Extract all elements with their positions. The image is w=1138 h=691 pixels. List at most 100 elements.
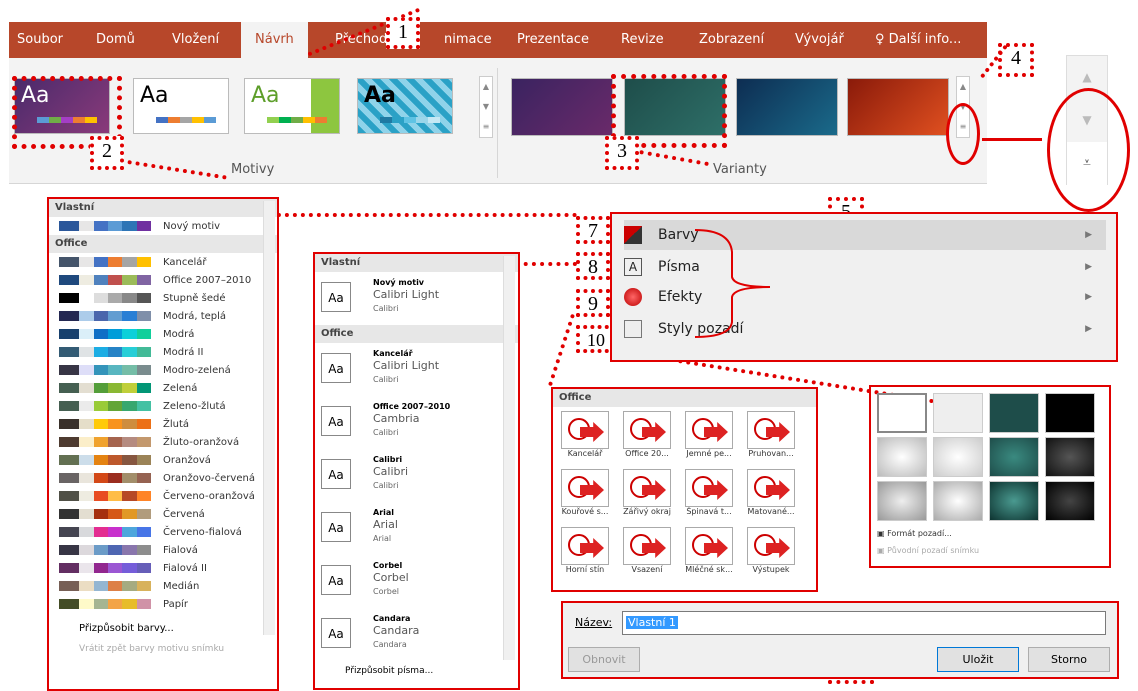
color-scheme-item[interactable]: Oranžová bbox=[49, 451, 277, 469]
font-scheme-item[interactable]: Aa Corbel Corbel Corbel bbox=[315, 555, 518, 608]
effect-item[interactable]: Mléčné sk... bbox=[681, 527, 737, 577]
bg-style-swatch[interactable] bbox=[933, 393, 983, 433]
tab-domu[interactable]: Domů bbox=[96, 22, 135, 58]
color-scheme-item[interactable]: Fialová bbox=[49, 541, 277, 559]
effect-item[interactable]: Špinavá t... bbox=[681, 469, 737, 519]
color-scheme-item[interactable]: Žlutá bbox=[49, 415, 277, 433]
name-input[interactable]: Vlastní 1 bbox=[622, 611, 1106, 635]
cancel-button[interactable]: Storno bbox=[1028, 647, 1110, 672]
bg-style-swatch[interactable] bbox=[933, 437, 983, 477]
tab-animace[interactable]: nimace bbox=[444, 22, 492, 58]
tab-soubor[interactable]: Soubor bbox=[17, 22, 63, 58]
fonts-scrollbar[interactable] bbox=[503, 256, 515, 660]
save-button[interactable]: Uložit bbox=[937, 647, 1019, 672]
bg-style-swatch[interactable] bbox=[877, 393, 927, 433]
color-scheme-item[interactable]: Modro-zelená bbox=[49, 361, 277, 379]
effect-item[interactable]: Vsazení bbox=[619, 527, 675, 577]
color-scheme-item[interactable]: Červeno-oranžová bbox=[49, 487, 277, 505]
color-swatch bbox=[59, 383, 151, 393]
theme-thumb-3[interactable]: Aa bbox=[244, 78, 340, 134]
color-scheme-item[interactable]: Stupně šedé bbox=[49, 289, 277, 307]
color-scheme-item[interactable]: Office 2007–2010 bbox=[49, 271, 277, 289]
variant-thumb-3[interactable] bbox=[736, 78, 838, 136]
font-scheme-item[interactable]: Aa Kancelář Calibri Light Calibri bbox=[315, 343, 518, 396]
font-body: Calibri bbox=[373, 304, 399, 313]
bg-style-swatch[interactable] bbox=[1045, 393, 1095, 433]
color-scheme-item[interactable]: Žluto-oranžová bbox=[49, 433, 277, 451]
font-scheme-item[interactable]: Aa Calibri Calibri Calibri bbox=[315, 449, 518, 502]
color-scheme-label: Modro-zelená bbox=[163, 364, 231, 376]
effect-item[interactable]: Kancelář bbox=[557, 411, 613, 461]
font-scheme-name: Arial bbox=[373, 508, 395, 517]
font-scheme-item[interactable]: Aa Office 2007–2010 Cambria Calibri bbox=[315, 396, 518, 449]
effect-item[interactable]: Jemné pe... bbox=[681, 411, 737, 461]
color-scheme-label: Modrá II bbox=[163, 346, 204, 358]
font-body: Calibri bbox=[373, 375, 399, 384]
effect-label: Jemné pe... bbox=[686, 449, 732, 458]
color-scheme-item[interactable]: Oranžovo-červená bbox=[49, 469, 277, 487]
font-scheme-item[interactable]: Aa Arial Arial Arial bbox=[315, 502, 518, 555]
color-scheme-item[interactable]: Nový motiv bbox=[49, 217, 277, 235]
effect-item[interactable]: Matované... bbox=[743, 469, 799, 519]
tab-vyvojar[interactable]: Vývojář bbox=[795, 22, 844, 58]
reset-colors-link[interactable]: Vrátit zpět barvy motivu snímku bbox=[49, 639, 277, 659]
effect-item[interactable]: Kouřové s... bbox=[557, 469, 613, 519]
bg-style-swatch[interactable] bbox=[1045, 437, 1095, 477]
themes-gallery-scroll[interactable]: ▲ ▼ ≡ bbox=[479, 76, 493, 138]
variant-thumb-4[interactable] bbox=[847, 78, 949, 136]
color-scheme-item[interactable]: Modrá II bbox=[49, 343, 277, 361]
bg-style-swatch[interactable] bbox=[989, 481, 1039, 521]
color-swatch bbox=[59, 545, 151, 555]
effect-label: Mléčné sk... bbox=[685, 565, 733, 574]
font-scheme-item[interactable]: Aa Nový motiv Calibri Light Calibri bbox=[315, 272, 518, 325]
reset-button[interactable]: Obnovit bbox=[568, 647, 640, 672]
effect-label: Zářivý okraj bbox=[623, 507, 671, 516]
bg-style-swatch[interactable] bbox=[933, 481, 983, 521]
effect-item[interactable]: Pruhovan... bbox=[743, 411, 799, 461]
bg-style-swatch[interactable] bbox=[989, 437, 1039, 477]
customize-colors-link[interactable]: Přizpůsobit barvy... bbox=[49, 619, 277, 639]
effect-item[interactable]: Zářivý okraj bbox=[619, 469, 675, 519]
variant-thumb-1[interactable] bbox=[511, 78, 613, 136]
colors-scrollbar[interactable] bbox=[263, 201, 275, 635]
tab-prezentace[interactable]: Prezentace bbox=[517, 22, 589, 58]
color-scheme-item[interactable]: Zelená bbox=[49, 379, 277, 397]
tab-zobrazeni[interactable]: Zobrazení bbox=[699, 22, 764, 58]
color-scheme-item[interactable]: Kancelář bbox=[49, 253, 277, 271]
bg-style-swatch[interactable] bbox=[877, 437, 927, 477]
effect-label: Kouřové s... bbox=[561, 507, 609, 516]
annotation-arrow bbox=[982, 138, 1042, 141]
scroll-down-icon[interactable]: ▼ bbox=[480, 97, 492, 117]
tell-me-box[interactable]: ♀ Další info... bbox=[875, 22, 961, 58]
format-background-link[interactable]: ▣ Formát pozadí... bbox=[877, 529, 952, 538]
color-scheme-item[interactable]: Červeno-fialová bbox=[49, 523, 277, 541]
effect-item[interactable]: Office 20... bbox=[619, 411, 675, 461]
reset-background-link[interactable]: ▣ Původní pozadí snímku bbox=[877, 546, 979, 555]
color-scheme-item[interactable]: Papír bbox=[49, 595, 277, 613]
scroll-up-icon[interactable]: ▲ bbox=[480, 77, 492, 97]
scroll-up-icon[interactable]: ▲ bbox=[957, 77, 969, 97]
theme-thumb-2[interactable]: Aa bbox=[133, 78, 229, 134]
font-scheme-item[interactable]: Aa Candara Candara Candara bbox=[315, 608, 518, 661]
more-icon[interactable]: ≡ bbox=[480, 117, 492, 137]
color-scheme-item[interactable]: Modrá, teplá bbox=[49, 307, 277, 325]
color-scheme-item[interactable]: Fialová II bbox=[49, 559, 277, 577]
bg-style-swatch[interactable] bbox=[1045, 481, 1095, 521]
theme-thumb-4[interactable]: Aa bbox=[357, 78, 453, 134]
color-scheme-item[interactable]: Modrá bbox=[49, 325, 277, 343]
effect-item[interactable]: Výstupek bbox=[743, 527, 799, 577]
color-scheme-item[interactable]: Medián bbox=[49, 577, 277, 595]
color-swatch bbox=[59, 581, 151, 591]
color-scheme-item[interactable]: Zeleno-žlutá bbox=[49, 397, 277, 415]
tab-vlozeni[interactable]: Vložení bbox=[172, 22, 219, 58]
color-scheme-item[interactable]: Červená bbox=[49, 505, 277, 523]
effect-preview-icon bbox=[623, 411, 671, 449]
font-scheme-name: Candara bbox=[373, 614, 411, 623]
effect-item[interactable]: Horní stín bbox=[557, 527, 613, 577]
customize-fonts-link[interactable]: Přizpůsobit písma... bbox=[345, 666, 433, 676]
effect-label: Kancelář bbox=[567, 449, 603, 458]
tab-navrh[interactable]: Návrh bbox=[241, 22, 308, 58]
bg-style-swatch[interactable] bbox=[989, 393, 1039, 433]
bg-style-swatch[interactable] bbox=[877, 481, 927, 521]
tab-revize[interactable]: Revize bbox=[621, 22, 664, 58]
